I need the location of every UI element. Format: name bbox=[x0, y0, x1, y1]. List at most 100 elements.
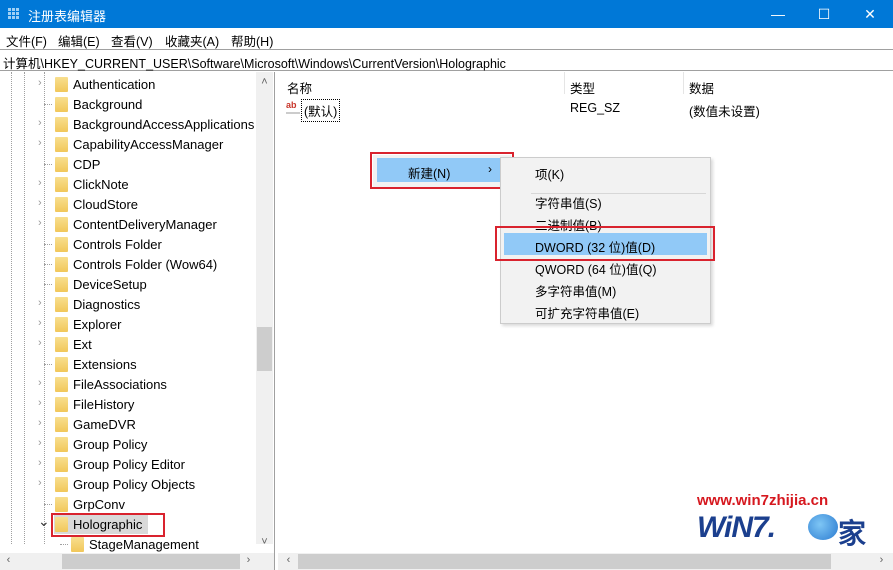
minimize-button[interactable]: — bbox=[755, 0, 801, 28]
chevron-right-icon[interactable]: › bbox=[38, 177, 48, 191]
scroll-right-icon[interactable]: › bbox=[873, 554, 890, 566]
submenu-item-label: 字符串值(S) bbox=[535, 197, 602, 211]
column-header-data[interactable]: 数据 bbox=[689, 78, 714, 97]
chevron-right-icon[interactable]: › bbox=[38, 417, 48, 431]
column-header-name[interactable]: 名称 bbox=[287, 78, 312, 97]
tree-item-label: Group Policy bbox=[73, 437, 148, 452]
tree-item[interactable]: CDP bbox=[0, 154, 256, 174]
submenu-item-string[interactable]: 字符串值(S) bbox=[501, 189, 710, 211]
tree-item[interactable]: › GameDVR bbox=[0, 414, 256, 434]
address-path[interactable]: 计算机\HKEY_CURRENT_USER\Software\Microsoft… bbox=[3, 53, 506, 72]
chevron-right-icon[interactable]: › bbox=[38, 217, 48, 231]
folder-icon bbox=[55, 337, 68, 352]
maximize-icon: ☐ bbox=[817, 5, 831, 22]
folder-icon bbox=[55, 417, 68, 432]
scroll-left-icon[interactable]: ‹ bbox=[0, 554, 17, 566]
tree-item-label: GameDVR bbox=[73, 417, 136, 432]
menu-favorites[interactable]: 收藏夹(A) bbox=[165, 31, 219, 50]
submenu-item-expandable-string[interactable]: 可扩充字符串值(E) bbox=[501, 299, 710, 321]
column-divider[interactable] bbox=[564, 72, 565, 94]
chevron-right-icon[interactable]: › bbox=[38, 457, 48, 471]
tree-item[interactable]: › ContentDeliveryManager bbox=[0, 214, 256, 234]
chevron-right-icon[interactable]: › bbox=[38, 77, 48, 91]
tree-item[interactable]: › Explorer bbox=[0, 314, 256, 334]
folder-icon bbox=[55, 177, 68, 192]
chevron-right-icon[interactable]: › bbox=[38, 337, 48, 351]
chevron-right-icon[interactable]: › bbox=[38, 197, 48, 211]
tree-item[interactable]: › BackgroundAccessApplications bbox=[0, 114, 256, 134]
chevron-right-icon[interactable]: › bbox=[38, 137, 48, 151]
menu-bar: 文件(F) 编辑(E) 查看(V) 收藏夹(A) 帮助(H) bbox=[0, 28, 893, 49]
column-divider[interactable] bbox=[683, 72, 684, 94]
chevron-right-icon[interactable]: › bbox=[38, 477, 48, 491]
submenu-item-key[interactable]: 项(K) bbox=[501, 160, 710, 182]
tree-item[interactable]: Controls Folder (Wow64) bbox=[0, 254, 256, 274]
tree-item-label: Authentication bbox=[73, 77, 156, 92]
menu-help[interactable]: 帮助(H) bbox=[231, 31, 273, 50]
menu-view[interactable]: 查看(V) bbox=[111, 31, 153, 50]
key-tree-pane: › Authentication Background › BackgroundAcce… bbox=[0, 72, 275, 570]
tree-item-label: CapabilityAccessManager bbox=[73, 137, 224, 152]
tree-item[interactable]: › Diagnostics bbox=[0, 294, 256, 314]
values-hscroll-thumb[interactable] bbox=[298, 554, 831, 569]
tree-vertical-scrollbar[interactable]: ˄ ˅ bbox=[256, 72, 273, 548]
scroll-right-icon[interactable]: › bbox=[240, 554, 257, 566]
scroll-up-icon[interactable]: ˄ bbox=[256, 76, 273, 88]
menu-file[interactable]: 文件(F) bbox=[6, 31, 47, 50]
tree-item[interactable]: › Ext bbox=[0, 334, 256, 354]
title-bar: 注册表编辑器 — ☐ ✕ bbox=[0, 0, 893, 28]
tree-item-label: GrpConv bbox=[73, 497, 126, 512]
scroll-left-icon[interactable]: ‹ bbox=[280, 554, 297, 566]
tree-item[interactable]: › Group Policy Editor bbox=[0, 454, 256, 474]
maximize-button[interactable]: ☐ bbox=[801, 0, 847, 28]
tree-item-label: DeviceSetup bbox=[73, 277, 147, 292]
tree-item-label: FileHistory bbox=[73, 397, 135, 412]
tree-horizontal-scrollbar[interactable]: ‹ › bbox=[0, 553, 274, 570]
minimize-icon: — bbox=[771, 6, 785, 22]
watermark-url: www.win7zhijia.cn bbox=[697, 492, 829, 509]
tree-item[interactable]: Controls Folder bbox=[0, 234, 256, 254]
scroll-down-icon[interactable]: ˅ bbox=[256, 536, 273, 548]
tree-item-label: BackgroundAccessApplications bbox=[73, 117, 255, 132]
values-horizontal-scrollbar[interactable]: ‹ › bbox=[278, 553, 893, 570]
tree-item[interactable]: › Authentication bbox=[0, 74, 256, 94]
column-header-type[interactable]: 类型 bbox=[570, 78, 595, 97]
folder-icon bbox=[55, 477, 68, 492]
tree-item[interactable]: Extensions bbox=[0, 354, 256, 374]
chevron-right-icon[interactable]: › bbox=[38, 317, 48, 331]
chevron-right-icon[interactable]: › bbox=[38, 397, 48, 411]
submenu-item-multi-string[interactable]: 多字符串值(M) bbox=[501, 277, 710, 299]
highlight-box-new bbox=[370, 152, 514, 189]
tree-item-label: Extensions bbox=[73, 357, 137, 372]
tree-item[interactable]: › FileHistory bbox=[0, 394, 256, 414]
tree-item[interactable]: GrpConv bbox=[0, 494, 256, 514]
folder-icon bbox=[55, 437, 68, 452]
close-button[interactable]: ✕ bbox=[847, 0, 893, 28]
tree-item[interactable]: DeviceSetup bbox=[0, 274, 256, 294]
folder-icon bbox=[55, 377, 68, 392]
value-name[interactable]: (默认) bbox=[301, 99, 341, 122]
chevron-down-icon[interactable]: ⌄ bbox=[38, 513, 50, 529]
registry-app-icon bbox=[8, 8, 21, 20]
chevron-right-icon[interactable]: › bbox=[38, 437, 48, 451]
chevron-right-icon[interactable]: › bbox=[38, 117, 48, 131]
tree-scroll-thumb[interactable] bbox=[257, 327, 272, 371]
tree-item[interactable]: › ClickNote bbox=[0, 174, 256, 194]
tree-item[interactable]: › Group Policy bbox=[0, 434, 256, 454]
table-row[interactable]: ab (默认) REG_SZ (数值未设置) bbox=[278, 98, 893, 122]
tree-item[interactable]: StageManagement bbox=[0, 534, 256, 554]
tree-item[interactable]: › FileAssociations bbox=[0, 374, 256, 394]
tree-item[interactable]: › CloudStore bbox=[0, 194, 256, 214]
tree-item[interactable]: Background bbox=[0, 94, 256, 114]
folder-icon bbox=[55, 397, 68, 412]
address-bar[interactable]: 计算机\HKEY_CURRENT_USER\Software\Microsoft… bbox=[0, 49, 893, 71]
tree-connector bbox=[44, 104, 52, 105]
windows-logo-icon bbox=[808, 514, 838, 540]
tree-item[interactable]: › CapabilityAccessManager bbox=[0, 134, 256, 154]
menu-edit[interactable]: 编辑(E) bbox=[58, 31, 100, 50]
chevron-right-icon[interactable]: › bbox=[38, 377, 48, 391]
tree-item[interactable]: › Group Policy Objects bbox=[0, 474, 256, 494]
tree-hscroll-thumb[interactable] bbox=[62, 554, 240, 569]
chevron-right-icon[interactable]: › bbox=[38, 297, 48, 311]
tree-item-label: Explorer bbox=[73, 317, 122, 332]
